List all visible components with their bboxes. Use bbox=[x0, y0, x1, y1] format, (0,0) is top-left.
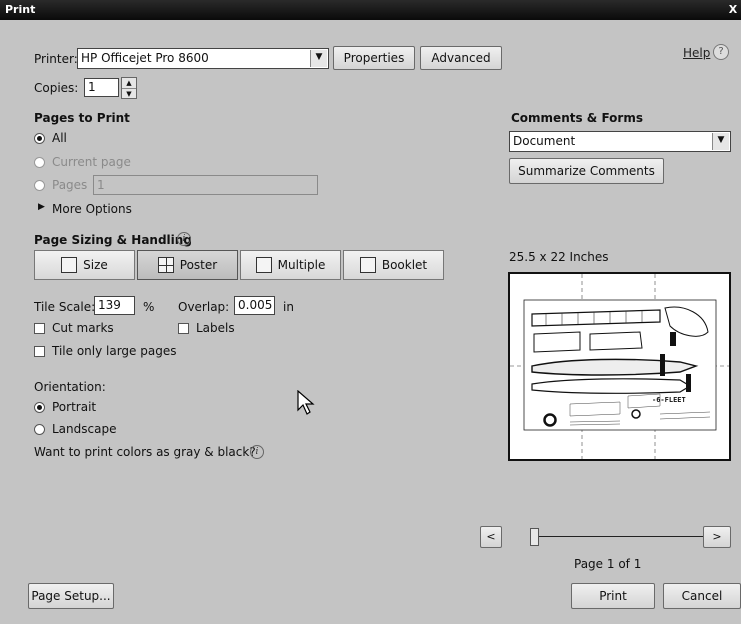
title-bar: Print X bbox=[0, 0, 741, 20]
printer-select[interactable]: HP Officejet Pro 8600 ▼ bbox=[77, 48, 329, 69]
copies-stepper[interactable]: ▲ ▼ bbox=[121, 77, 137, 99]
comments-heading: Comments & Forms bbox=[511, 111, 643, 125]
printer-label: Printer: bbox=[34, 52, 78, 66]
radio-pages[interactable] bbox=[34, 180, 45, 191]
info-icon[interactable]: i bbox=[177, 232, 191, 246]
expand-triangle-icon[interactable]: ▶ bbox=[38, 202, 45, 212]
print-preview: -6-FLEET bbox=[508, 272, 731, 461]
radio-landscape-label: Landscape bbox=[52, 422, 117, 436]
tab-multiple[interactable]: Multiple bbox=[240, 250, 341, 280]
radio-portrait-label: Portrait bbox=[52, 400, 97, 414]
advanced-button[interactable]: Advanced bbox=[420, 46, 502, 70]
page-sizing-heading: Page Sizing & Handling bbox=[34, 233, 192, 247]
chevron-up-icon[interactable]: ▲ bbox=[122, 78, 136, 89]
comments-value: Document bbox=[513, 134, 576, 148]
tab-size[interactable]: Size bbox=[34, 250, 135, 280]
radio-all[interactable] bbox=[34, 133, 45, 144]
tile-scale-input[interactable]: 139 bbox=[94, 296, 135, 315]
gray-question: Want to print colors as gray & black? bbox=[34, 445, 256, 459]
tile-large-checkbox[interactable] bbox=[34, 346, 45, 357]
info-icon[interactable]: i bbox=[250, 445, 264, 459]
window-title: Print bbox=[5, 3, 36, 16]
tab-poster[interactable]: Poster bbox=[137, 250, 238, 280]
copies-label: Copies: bbox=[34, 81, 79, 95]
cut-marks-checkbox[interactable] bbox=[34, 323, 45, 334]
tile-scale-label: Tile Scale: bbox=[34, 300, 96, 314]
pages-to-print-heading: Pages to Print bbox=[34, 111, 130, 125]
prev-page-button[interactable]: < bbox=[480, 526, 502, 548]
poster-icon bbox=[157, 257, 174, 273]
radio-pages-label: Pages bbox=[52, 178, 88, 192]
properties-button[interactable]: Properties bbox=[333, 46, 415, 70]
multiple-icon bbox=[255, 257, 272, 273]
chevron-down-icon[interactable]: ▼ bbox=[310, 50, 327, 67]
labels-label: Labels bbox=[196, 321, 235, 335]
size-icon bbox=[61, 257, 78, 273]
summarize-comments-button[interactable]: Summarize Comments bbox=[509, 158, 664, 184]
mouse-cursor-icon bbox=[297, 390, 315, 415]
tab-poster-label: Poster bbox=[179, 258, 218, 272]
print-button[interactable]: Print bbox=[571, 583, 655, 609]
labels-checkbox[interactable] bbox=[178, 323, 189, 334]
radio-landscape[interactable] bbox=[34, 424, 45, 435]
preview-size-label: 25.5 x 22 Inches bbox=[509, 250, 609, 264]
tile-scale-unit: % bbox=[143, 300, 155, 314]
overlap-label: Overlap: bbox=[178, 300, 230, 314]
radio-all-label: All bbox=[52, 131, 67, 145]
next-page-button[interactable]: > bbox=[703, 526, 731, 548]
comments-select[interactable]: Document ▼ bbox=[509, 131, 731, 152]
help-link[interactable]: Help bbox=[683, 46, 710, 60]
radio-current-page-label: Current page bbox=[52, 155, 131, 169]
help-icon[interactable]: ? bbox=[713, 44, 729, 60]
orientation-label: Orientation: bbox=[34, 380, 106, 394]
tab-booklet[interactable]: Booklet bbox=[343, 250, 444, 280]
close-icon[interactable]: X bbox=[727, 0, 739, 20]
more-options-toggle[interactable]: More Options bbox=[52, 202, 132, 216]
airplane-plans-thumbnail: -6-FLEET bbox=[510, 274, 729, 459]
page-indicator: Page 1 of 1 bbox=[574, 557, 642, 571]
chevron-down-icon[interactable]: ▼ bbox=[122, 89, 136, 99]
pages-range-input[interactable]: 1 bbox=[93, 175, 318, 195]
fleet-label: -6-FLEET bbox=[652, 396, 686, 404]
booklet-icon bbox=[359, 257, 376, 273]
tab-booklet-label: Booklet bbox=[381, 258, 428, 272]
tab-size-label: Size bbox=[83, 258, 108, 272]
tile-large-label: Tile only large pages bbox=[52, 344, 177, 358]
page-setup-button[interactable]: Page Setup... bbox=[28, 583, 114, 609]
overlap-unit: in bbox=[283, 300, 294, 314]
page-slider-thumb[interactable] bbox=[530, 528, 539, 546]
cut-marks-label: Cut marks bbox=[52, 321, 114, 335]
tab-multiple-label: Multiple bbox=[277, 258, 326, 272]
printer-value: HP Officejet Pro 8600 bbox=[81, 51, 209, 65]
copies-input[interactable]: 1 bbox=[84, 78, 119, 97]
page-slider-track[interactable] bbox=[537, 536, 703, 537]
cancel-button[interactable]: Cancel bbox=[663, 583, 741, 609]
radio-portrait[interactable] bbox=[34, 402, 45, 413]
chevron-down-icon[interactable]: ▼ bbox=[712, 133, 729, 150]
overlap-input[interactable]: 0.005 bbox=[234, 296, 275, 315]
radio-current-page[interactable] bbox=[34, 157, 45, 168]
